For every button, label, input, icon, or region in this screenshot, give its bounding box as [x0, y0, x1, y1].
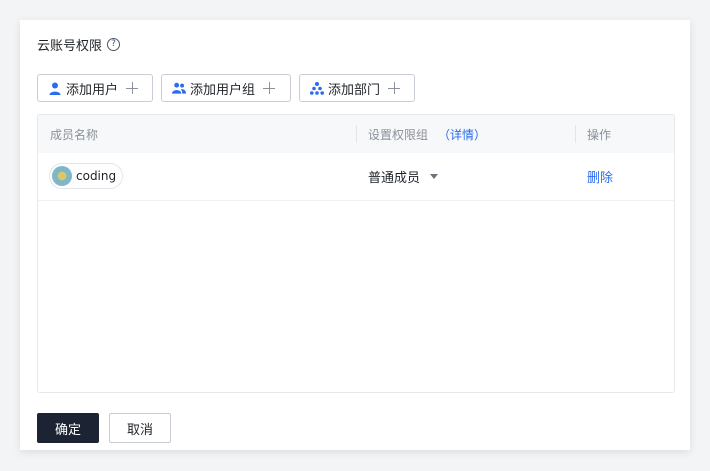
user-icon: [48, 81, 62, 95]
users-icon: [172, 81, 186, 95]
org-tree-icon: [310, 81, 324, 95]
column-permission-group: 设置权限组 （详情）: [356, 115, 575, 153]
add-user-group-label: 添加用户组: [190, 82, 256, 98]
table-header: 成员名称 设置权限组 （详情） 操作: [38, 115, 674, 153]
add-user-button[interactable]: 添加用户: [37, 74, 153, 102]
caret-down-icon: [430, 174, 439, 179]
plus-icon: [388, 82, 401, 94]
column-action: 操作: [575, 115, 674, 153]
column-action-label: 操作: [587, 127, 612, 142]
title-row: 云账号权限 ?: [37, 34, 121, 54]
action-cell: 删除: [575, 167, 674, 186]
members-table: 成员名称 设置权限组 （详情） 操作 coding 普通成员 删除: [37, 114, 675, 393]
table-row: coding 普通成员 删除: [38, 153, 674, 201]
details-link[interactable]: （详情）: [438, 126, 486, 143]
member-name: coding: [76, 168, 117, 183]
panel-title: 云账号权限: [37, 38, 103, 54]
column-permission-group-label: 设置权限组: [368, 127, 429, 142]
help-circle-icon[interactable]: ?: [107, 37, 121, 51]
plus-icon: [263, 82, 276, 94]
plus-icon: [126, 82, 139, 94]
avatar: [52, 165, 72, 186]
cancel-button[interactable]: 取消: [109, 413, 171, 443]
add-user-label: 添加用户: [66, 82, 119, 98]
add-department-button[interactable]: 添加部门: [299, 74, 415, 102]
role-select[interactable]: 普通成员: [356, 167, 575, 186]
add-user-group-button[interactable]: 添加用户组: [161, 74, 291, 102]
member-cell: coding: [38, 163, 356, 190]
add-department-label: 添加部门: [328, 82, 381, 98]
column-member-name: 成员名称: [38, 115, 356, 153]
delete-link[interactable]: 删除: [587, 171, 613, 186]
member-chip: coding: [50, 163, 123, 188]
role-select-value: 普通成员: [368, 171, 421, 186]
column-member-name-label: 成员名称: [50, 127, 99, 142]
permissions-panel: 云账号权限 ? 添加用户 添加用户组 添加部门 成员名称 设置权限组 （详情） …: [20, 20, 690, 450]
confirm-button[interactable]: 确定: [37, 413, 99, 443]
